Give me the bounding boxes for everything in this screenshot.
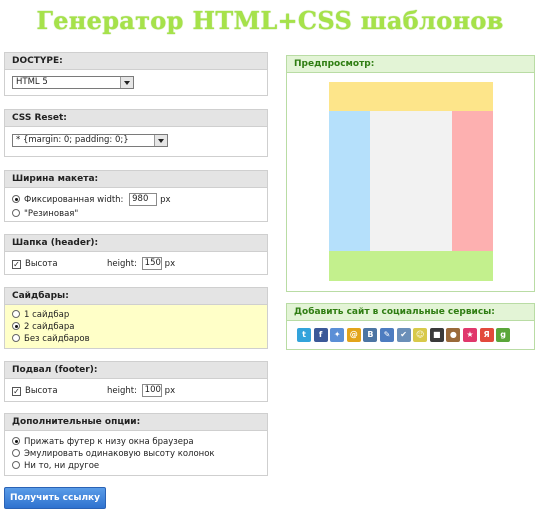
no-extra-option-label: Ни то, ни другое [24, 461, 100, 471]
doctype-select[interactable]: HTML 5 [12, 76, 134, 89]
bobrdobr-icon[interactable]: ☺ [413, 328, 428, 342]
footer-height-input[interactable]: 100 [141, 384, 162, 397]
sidebar-option-none-radio[interactable] [12, 334, 20, 342]
sidebar-option-two-radio[interactable] [12, 322, 20, 330]
header-height-input[interactable]: 150 [141, 257, 162, 270]
sidebar-option-one-radio[interactable] [12, 310, 20, 318]
css-reset-select-value: * {margin: 0; padding: 0;} [16, 135, 129, 145]
preview-right-sidebar-block [452, 111, 493, 251]
layout-width-heading: Ширина макета: [5, 171, 267, 188]
delicious-squares-icon[interactable]: ■ [429, 328, 444, 342]
fixed-width-input[interactable]: 980 [129, 193, 158, 206]
equal-columns-radio[interactable] [12, 449, 20, 457]
css-reset-panel: CSS Reset: * {margin: 0; padding: 0;} [4, 109, 268, 157]
footer-panel: Подвал (footer): ✓ Высота height: 100 px [4, 361, 268, 402]
footer-height-checkbox[interactable]: ✓ [12, 387, 21, 396]
sidebars-heading: Сайдбары: [5, 288, 267, 305]
width-unit: px [160, 195, 171, 205]
fixed-width-radio[interactable] [12, 195, 20, 203]
preview-left-sidebar-block [329, 111, 370, 251]
preview-content-block [370, 111, 452, 251]
no-extra-option-radio[interactable] [12, 461, 20, 469]
css-reset-heading: CSS Reset: [5, 110, 267, 127]
moemesto-icon[interactable]: ● [446, 328, 461, 342]
yandex-icon[interactable]: Я [479, 328, 494, 342]
vkontakte-icon[interactable]: В [363, 328, 378, 342]
chevron-down-icon [120, 77, 133, 88]
social-heading: Добавить сайт в социальные сервисы: [287, 304, 534, 321]
footer-height-checkbox-label: Высота [25, 386, 58, 396]
sidebar-option-one-label: 1 сайдбар [24, 310, 70, 320]
preview-panel: Предпросмотр: [286, 55, 535, 292]
favorites-star-icon[interactable]: ★ [462, 328, 477, 342]
header-height-checkbox[interactable]: ✓ [12, 260, 21, 269]
header-panel: Шапка (header): ✓ Высота height: 150 px [4, 234, 268, 275]
get-link-button[interactable]: Получить ссылку [4, 487, 106, 509]
doctype-select-value: HTML 5 [16, 77, 48, 87]
header-heading: Шапка (header): [5, 235, 267, 252]
sticky-footer-label: Прижать футер к низу окна браузера [24, 437, 194, 447]
doctype-panel: DOCTYPE: HTML 5 [4, 52, 268, 96]
fluid-width-label: "Резиновая" [24, 209, 79, 219]
sidebars-panel: Сайдбары: 1 сайдбар 2 сайдбара Без сайдб… [4, 287, 268, 349]
preview-heading: Предпросмотр: [287, 56, 534, 73]
page-title: Генератор HTML+CSS шаблонов [36, 6, 504, 35]
doctype-heading: DOCTYPE: [5, 53, 267, 70]
extra-options-heading: Дополнительные опции: [5, 414, 267, 431]
header-height-unit: px [164, 259, 176, 269]
equal-columns-label: Эмулировать одинаковую высоту колонок [24, 449, 215, 459]
header-height-checkbox-label: Высота [25, 259, 58, 269]
preview-footer-block [329, 251, 493, 281]
social-panel: Добавить сайт в социальные сервисы: t f ✦ @… [286, 303, 535, 350]
header-height-label: height: [107, 259, 137, 269]
css-reset-select[interactable]: * {margin: 0; padding: 0;} [12, 134, 168, 147]
livejournal-icon[interactable]: ✎ [379, 328, 394, 342]
layout-preview [287, 73, 534, 293]
extra-options-panel: Дополнительные опции: Прижать футер к ни… [4, 413, 268, 476]
preview-header-block [329, 82, 493, 111]
sidebar-option-two-label: 2 сайдбара [24, 322, 75, 332]
fixed-width-label: Фиксированная width: [24, 195, 124, 205]
footer-heading: Подвал (footer): [5, 362, 267, 379]
twitter-icon[interactable]: t [297, 328, 311, 342]
sticky-footer-radio[interactable] [12, 437, 20, 445]
footer-height-label: height: [107, 386, 137, 396]
fluid-width-radio[interactable] [12, 209, 20, 217]
social-icons-row: t f ✦ @ В ✎ ✔ ☺ ■ ● ★ Яg [287, 321, 534, 351]
memori-icon[interactable]: ✔ [396, 328, 411, 342]
footer-height-unit: px [164, 386, 176, 396]
mail-ru-icon[interactable]: @ [346, 328, 361, 342]
delicious-icon[interactable]: ✦ [330, 328, 345, 342]
google-icon[interactable]: g [496, 328, 511, 342]
layout-width-panel: Ширина макета: Фиксированная width: 980 p… [4, 170, 268, 222]
sidebar-option-none-label: Без сайдбаров [24, 334, 90, 344]
chevron-down-icon [154, 135, 167, 146]
facebook-icon[interactable]: f [313, 328, 328, 342]
